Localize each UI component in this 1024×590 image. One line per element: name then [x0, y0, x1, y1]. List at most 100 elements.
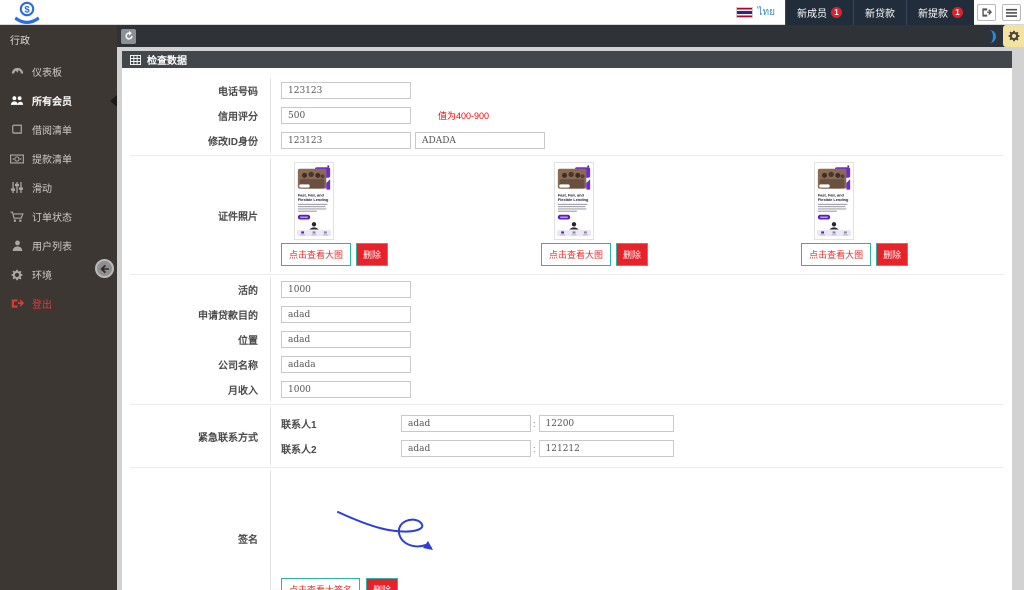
loan-purpose-input[interactable] — [281, 306, 411, 323]
emergency-contacts-label: 紧急联系方式 — [130, 429, 270, 444]
id-photos-row: 证件照片 Fast, Fair, — [130, 158, 1004, 272]
sidebar-item-withdraw-list[interactable]: 提款清单 — [0, 144, 117, 173]
signature-canvas — [281, 474, 1004, 578]
sidebar-item-borrow-list[interactable]: 借阅清单 — [0, 115, 117, 144]
emergency-contacts-row: 紧急联系方式 联系人1 : 联系人2 : — [130, 407, 1004, 465]
refresh-icon — [124, 31, 134, 41]
phone-input[interactable] — [281, 82, 411, 99]
company-row: 公司名称 — [130, 352, 1004, 377]
contact-row-1: 联系人1 : — [281, 411, 674, 436]
delete-signature-button[interactable]: 删除 — [366, 578, 398, 590]
emergency-contacts-group: 紧急联系方式 联系人1 : 联系人2 : — [130, 405, 1004, 468]
credit-score-hint: 值为400-900 — [438, 109, 489, 122]
loan-purpose-label: 申请贷款目的 — [130, 307, 270, 322]
id-number-input[interactable] — [281, 132, 411, 149]
signature-label: 签名 — [130, 531, 270, 546]
location-input[interactable] — [281, 331, 411, 348]
new-withdrawals-button[interactable]: 新提款 1 — [906, 0, 974, 25]
basic-info-group: 电话号码 信用评分 值为400-900 修改ID身份 — [130, 76, 1004, 156]
location-label: 位置 — [130, 332, 270, 347]
income-input[interactable] — [281, 381, 411, 398]
new-members-badge: 1 — [831, 7, 842, 18]
sidebar-item-all-members[interactable]: 所有会员 — [0, 86, 117, 115]
contact1-label: 联系人1 — [281, 416, 401, 431]
signature-group: 签名 点击查看大签名 删除 — [130, 468, 1004, 590]
loading-arc-icon — [987, 30, 996, 43]
sidebar-item-order-status[interactable]: 订单状态 — [0, 202, 117, 231]
sidebar-item-user-list[interactable]: 用户列表 — [0, 231, 117, 260]
contact1-name-input[interactable] — [401, 415, 531, 432]
id-photo-thumbnail[interactable]: Fast, Fair, and Flexible Lending — [294, 162, 334, 240]
view-large-signature-button[interactable]: 点击查看大签名 — [281, 578, 360, 590]
delete-photo-button[interactable]: 删除 — [356, 243, 388, 266]
refresh-button[interactable] — [121, 29, 136, 44]
contact2-label: 联系人2 — [281, 441, 401, 456]
contact2-phone-input[interactable] — [539, 440, 674, 457]
cart-icon — [10, 211, 24, 223]
company-input[interactable] — [281, 356, 411, 373]
sidebar-menu: 仪表板 所有会员 借阅清单 提款清单 滑动 — [0, 57, 117, 318]
id-photo-card: Fast, Fair, and Flexible Lending — [541, 162, 648, 266]
id-name-input[interactable] — [415, 132, 545, 149]
app-logo: $ — [13, 0, 41, 25]
sidebar-item-slide[interactable]: 滑动 — [0, 173, 117, 202]
phone-row: 电话号码 — [130, 78, 1004, 103]
id-photo-card: Fast, Fair, and Flexible Lending — [281, 162, 388, 266]
sidebar-item-dashboard[interactable]: 仪表板 — [0, 57, 117, 86]
gear-icon — [10, 269, 24, 281]
id-photos-label: 证件照片 — [130, 208, 270, 223]
credit-score-input[interactable] — [281, 107, 411, 124]
hamburger-icon — [1006, 8, 1017, 18]
sidebar-item-label: 登出 — [32, 296, 52, 311]
thumbnail-title-line2: Flexible Lending — [818, 197, 849, 202]
book-icon — [10, 124, 24, 135]
active-input[interactable] — [281, 281, 411, 298]
sidebar-item-label: 仪表板 — [32, 64, 62, 79]
contact-separator: : — [533, 419, 536, 429]
user-icon — [10, 240, 24, 251]
sidebar-collapse-button[interactable] — [95, 259, 114, 278]
view-large-photo-button[interactable]: 点击查看大图 — [541, 243, 611, 266]
sidebar-item-label: 滑动 — [32, 180, 52, 195]
panel-header: 检查数据 — [122, 51, 1012, 68]
topbar: $ ไทย 新成员 1 新贷款 新提款 1 — [0, 0, 1024, 25]
new-loans-label: 新贷款 — [865, 5, 895, 20]
view-large-photo-button[interactable]: 点击查看大图 — [801, 243, 871, 266]
company-label: 公司名称 — [130, 357, 270, 372]
sign-out-button[interactable] — [977, 4, 996, 21]
view-large-photo-button[interactable]: 点击查看大图 — [281, 243, 351, 266]
money-icon — [10, 154, 24, 164]
new-members-button[interactable]: 新成员 1 — [785, 0, 853, 25]
language-label: ไทย — [758, 5, 775, 20]
contact1-phone-input[interactable] — [539, 415, 674, 432]
id-photo-thumbnail[interactable]: Fast, Fair, and Flexible Lending — [814, 162, 854, 240]
svg-text:$: $ — [24, 5, 30, 16]
id-photos-group: 证件照片 Fast, Fair, — [130, 156, 1004, 275]
id-photo-thumbnail[interactable]: Fast, Fair, and Flexible Lending — [554, 162, 594, 240]
new-withdrawals-label: 新提款 — [918, 5, 948, 20]
sidebar-item-logout[interactable]: 登出 — [0, 289, 117, 318]
new-loans-button[interactable]: 新贷款 — [853, 0, 906, 25]
credit-score-label: 信用评分 — [130, 108, 270, 123]
sign-out-icon — [981, 7, 992, 18]
language-switcher[interactable]: ไทย — [726, 0, 785, 25]
id-photo-card: Fast, Fair, and Flexible Lending — [801, 162, 908, 266]
id-row: 修改ID身份 — [130, 128, 1004, 153]
sidebar-item-label: 用户列表 — [32, 238, 72, 253]
active-label: 活的 — [130, 282, 270, 297]
contact2-name-input[interactable] — [401, 440, 531, 457]
delete-photo-button[interactable]: 删除 — [616, 243, 648, 266]
sliders-icon — [10, 182, 24, 193]
check-data-panel: 检查数据 电话号码 信用评分 值为400-900 修改ID身份 — [122, 51, 1012, 590]
panel-title: 检查数据 — [147, 52, 187, 67]
logout-icon — [10, 298, 24, 309]
topbar-actions: ไทย 新成员 1 新贷款 新提款 1 — [726, 0, 1024, 25]
gear-icon — [1008, 30, 1020, 42]
delete-photo-button[interactable]: 删除 — [876, 243, 908, 266]
sidebar-item-label: 借阅清单 — [32, 122, 72, 137]
phone-label: 电话号码 — [130, 83, 270, 98]
menu-toggle-button[interactable] — [1002, 4, 1021, 21]
sidebar-item-label: 所有会员 — [32, 93, 72, 108]
signature-row: 签名 点击查看大签名 删除 — [130, 470, 1004, 590]
settings-gear-button[interactable] — [1003, 25, 1024, 47]
